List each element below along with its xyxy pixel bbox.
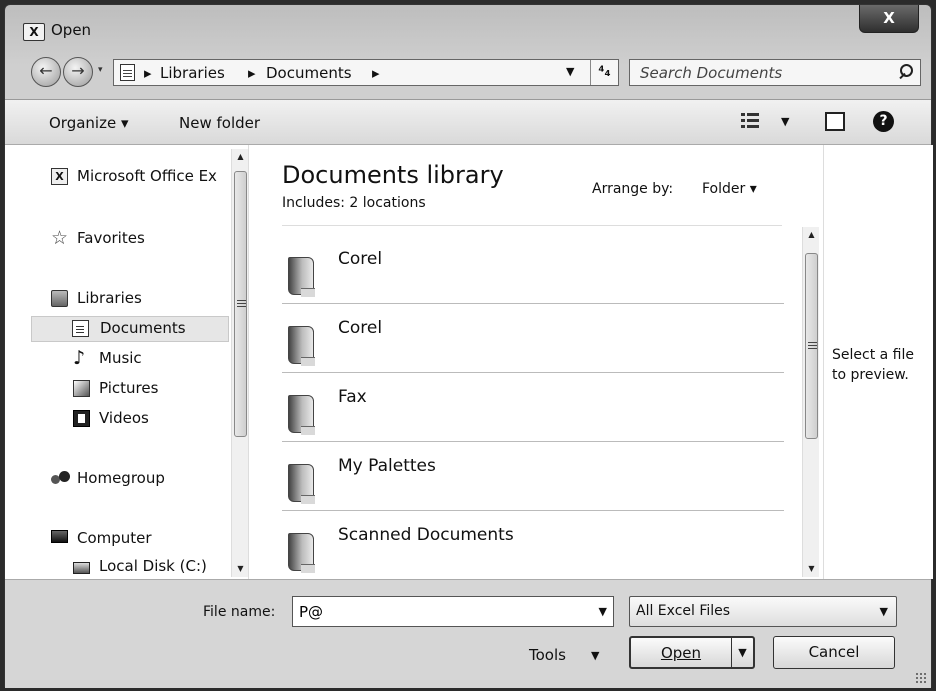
list-item[interactable]: Corel <box>282 304 784 373</box>
folder-icon <box>288 257 315 297</box>
libraries-icon <box>51 290 68 307</box>
list-item[interactable]: Scanned Documents <box>282 511 784 580</box>
refresh-icon[interactable]: ⁴₄ <box>590 60 618 85</box>
sidebar-item-label: Libraries <box>77 289 142 307</box>
excel-app-icon: X <box>23 23 45 41</box>
file-name-dropdown-icon[interactable]: ▼ <box>599 605 607 618</box>
open-dialog: X Open X ← → ▾ ▸ Libraries ▸ Documents ▸… <box>4 4 933 688</box>
sidebar-item-documents[interactable]: Documents <box>31 316 229 342</box>
file-name: Corel <box>338 249 383 269</box>
file-name: My Palettes <box>338 456 436 476</box>
scroll-up-arrow-icon[interactable]: ▲ <box>232 149 249 165</box>
documents-icon <box>72 320 89 337</box>
file-name: Fax <box>338 387 367 407</box>
file-name: Corel <box>338 318 383 338</box>
sidebar-item-label: Local Disk (C:) <box>99 557 207 575</box>
file-name: Scanned Documents <box>338 525 514 545</box>
open-button-label[interactable]: Open <box>631 638 731 668</box>
navigation-pane: X Microsoft Office Ex ☆ Favorites Librar… <box>5 145 249 579</box>
folder-icon <box>288 533 315 573</box>
back-button[interactable]: ← <box>31 57 61 87</box>
folder-icon <box>288 395 315 435</box>
star-icon: ☆ <box>51 227 69 249</box>
help-icon[interactable]: ? <box>873 111 894 132</box>
dialog-footer: File name: ▼ All Excel Files ▼ Tools ▼ O… <box>5 579 931 688</box>
crumb-separator[interactable]: ▸ <box>248 64 256 82</box>
scroll-down-arrow-icon[interactable]: ▼ <box>232 561 249 577</box>
resize-grip-icon[interactable] <box>915 672 927 684</box>
arrange-by-label: Arrange by: <box>592 181 674 197</box>
address-bar[interactable]: ▸ Libraries ▸ Documents ▸ ▼ ⁴₄ <box>113 59 619 86</box>
forward-button[interactable]: → <box>63 57 93 87</box>
chevron-down-icon: ▼ <box>879 605 888 618</box>
library-title: Documents library <box>282 161 504 189</box>
search-input[interactable] <box>638 63 888 83</box>
open-button[interactable]: Open ▼ <box>629 636 755 669</box>
scroll-thumb[interactable] <box>805 253 818 439</box>
music-icon: ♪ <box>73 347 86 369</box>
recent-locations-dropdown-icon[interactable]: ▾ <box>98 65 103 75</box>
sidebar-item-label: Pictures <box>99 379 159 397</box>
scroll-thumb[interactable] <box>234 171 247 437</box>
open-options-dropdown-icon[interactable]: ▼ <box>731 638 753 667</box>
file-name-field[interactable]: ▼ <box>292 596 614 627</box>
preview-pane-icon[interactable] <box>825 112 845 131</box>
folder-icon <box>288 326 315 366</box>
organize-button[interactable]: Organize ▾ <box>49 114 129 132</box>
list-item[interactable]: Corel <box>282 235 784 304</box>
navigation-scrollbar[interactable]: ▲ ▼ <box>231 149 248 577</box>
address-dropdown-icon[interactable]: ▼ <box>566 65 574 78</box>
file-name-input[interactable] <box>297 602 577 622</box>
library-icon <box>120 64 135 81</box>
preview-message: Select a file to preview. <box>832 347 914 383</box>
navigation-row: ← → ▾ ▸ Libraries ▸ Documents ▸ ▼ ⁴₄ <box>5 55 931 89</box>
scroll-grip-icon <box>808 342 817 349</box>
main-area: X Microsoft Office Ex ☆ Favorites Librar… <box>5 145 933 579</box>
crumb-separator[interactable]: ▸ <box>372 64 380 82</box>
crumb-separator[interactable]: ▸ <box>144 64 152 82</box>
close-button[interactable]: X <box>859 5 919 33</box>
preview-pane: Select a file to preview. <box>823 145 933 579</box>
arrange-by-dropdown[interactable]: Folder ▾ <box>702 181 757 197</box>
file-type-select[interactable]: All Excel Files ▼ <box>629 596 897 627</box>
disk-icon <box>73 562 90 574</box>
view-options-dropdown-icon[interactable]: ▼ <box>781 115 789 128</box>
list-item[interactable]: My Palettes <box>282 442 784 511</box>
command-bar: Organize ▾ New folder ▼ ? <box>5 99 931 145</box>
new-folder-button[interactable]: New folder <box>179 114 260 132</box>
sidebar-item-label: Videos <box>99 409 149 427</box>
list-item[interactable]: Fax <box>282 373 784 442</box>
header-divider <box>282 225 782 226</box>
scroll-grip-icon <box>237 300 246 307</box>
change-view-icon[interactable] <box>741 112 759 130</box>
breadcrumb-libraries[interactable]: Libraries <box>160 64 225 82</box>
breadcrumb-documents[interactable]: Documents <box>266 64 352 82</box>
scroll-up-arrow-icon[interactable]: ▲ <box>803 227 820 243</box>
sidebar-item-label: Microsoft Office Ex <box>77 167 217 185</box>
sidebar-item-label: Homegroup <box>77 469 165 487</box>
file-list-scrollbar[interactable]: ▲ ▼ <box>802 227 819 577</box>
pictures-icon <box>73 380 90 397</box>
scroll-down-arrow-icon[interactable]: ▼ <box>803 561 820 577</box>
videos-icon <box>73 410 90 427</box>
computer-icon <box>51 530 68 543</box>
file-list-pane: Documents library Includes: 2 locations … <box>250 145 822 579</box>
homegroup-icon <box>51 470 71 487</box>
file-type-value: All Excel Files <box>636 603 731 619</box>
search-box[interactable] <box>629 59 921 86</box>
title-bar: X Open X <box>5 5 931 47</box>
sidebar-item-label: Documents <box>100 319 186 337</box>
sidebar-item-label: Favorites <box>77 229 145 247</box>
library-locations-link[interactable]: Includes: 2 locations <box>282 195 426 211</box>
file-name-label: File name: <box>203 604 276 620</box>
cancel-button[interactable]: Cancel <box>773 636 895 669</box>
tools-button[interactable]: Tools <box>529 646 566 664</box>
sidebar-item-label: Music <box>99 349 142 367</box>
office-icon: X <box>51 168 68 185</box>
tools-dropdown-icon[interactable]: ▼ <box>591 649 599 662</box>
search-icon[interactable] <box>896 63 913 81</box>
dialog-title: Open <box>51 21 92 39</box>
folder-icon <box>288 464 315 504</box>
sidebar-item-label: Computer <box>77 529 152 547</box>
